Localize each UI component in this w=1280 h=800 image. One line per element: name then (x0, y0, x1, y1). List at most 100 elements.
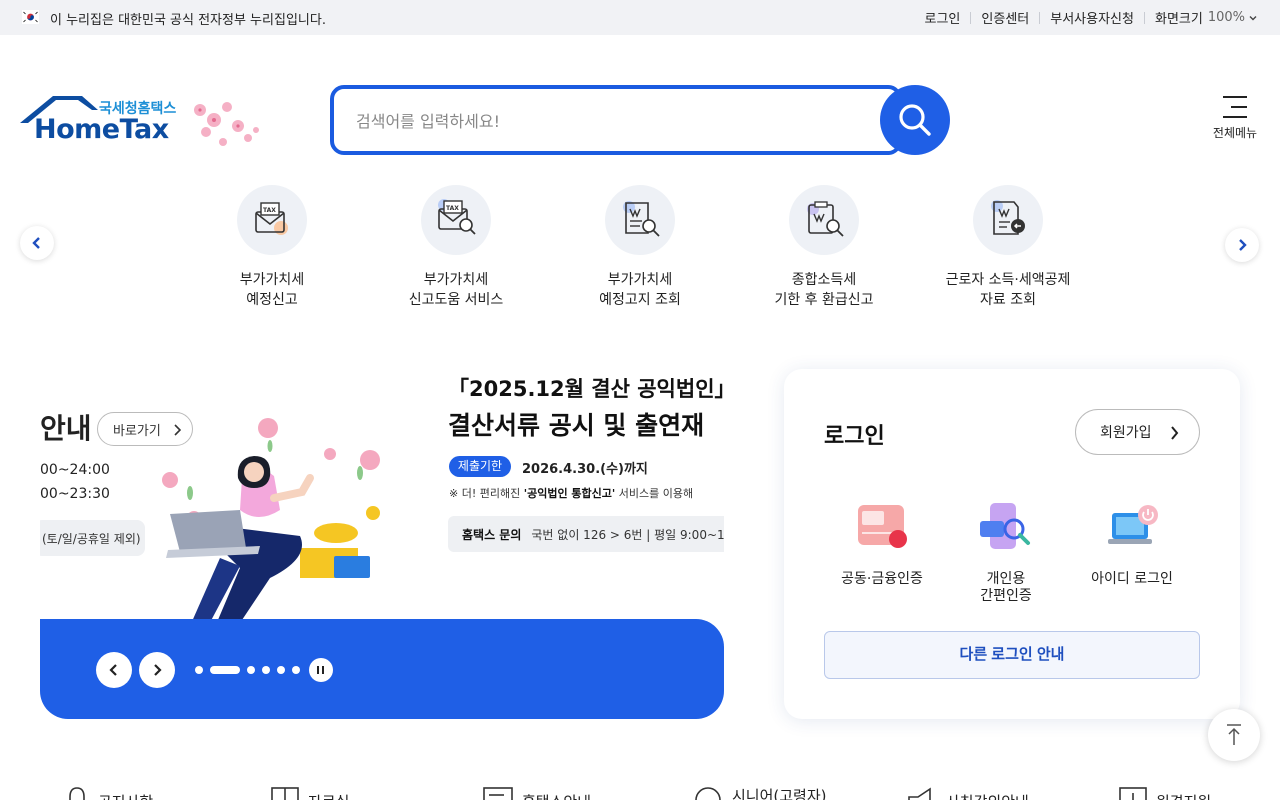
deduction-document-icon (973, 185, 1043, 255)
tax-search-icon: TAX (421, 185, 491, 255)
quick-menu-label-1: 종합소득세 (791, 272, 857, 288)
quick-menu-label-1: 부가가치세 (607, 272, 673, 288)
bell-icon (69, 787, 85, 800)
join-button[interactable]: 회원가입 (1075, 409, 1200, 455)
slide-dot[interactable] (262, 666, 270, 674)
login-panel: 로그인 회원가입 공동·금융인증 개인용 간편인증 아이디 로그인 다른 로그인… (784, 369, 1240, 719)
quick-menu-label-2: 예정고지 조회 (599, 292, 681, 308)
scroll-top-button[interactable] (1208, 709, 1260, 761)
bottom-link-guide[interactable]: 홈택스안내 (482, 785, 591, 800)
banner-subtitle: 「2025.12월 결산 공익법인」 (448, 377, 724, 401)
banner-controls (40, 619, 724, 719)
arrow-up-icon (1227, 724, 1241, 745)
search-box (330, 85, 902, 155)
banner-time-2: 00~23:30 (40, 486, 110, 502)
util-login-link[interactable]: 로그인 (925, 8, 961, 27)
simple-auth-label: 개인용 간편인증 (980, 571, 1032, 604)
slide-dot[interactable] (247, 666, 255, 674)
divider (1143, 11, 1145, 24)
search-button[interactable] (880, 85, 950, 155)
tax-envelope-icon: TAX (237, 185, 307, 255)
megaphone-icon (908, 787, 931, 800)
quick-menu-next-button[interactable] (1225, 228, 1259, 262)
quick-menu-prev-button[interactable] (20, 226, 54, 260)
svg-text:TAX: TAX (263, 207, 276, 214)
search-icon (899, 104, 931, 136)
receipt-search-icon (605, 185, 675, 255)
slide-dot[interactable] (292, 666, 300, 674)
banner-notice: ※ 더! 편리해진 '공익법인 통합신고' 서비스를 이용해 (449, 487, 694, 500)
util-cert-center-link[interactable]: 인증센터 (981, 8, 1029, 27)
gov-banner: 이 누리집은 대한민국 공식 전자정부 누리집입니다. 로그인 인증센터 부서사… (0, 0, 1280, 35)
cert-login-label: 공동·금융인증 (841, 571, 923, 587)
chevron-left-icon (32, 237, 40, 249)
id-login-label: 아이디 로그인 (1091, 571, 1173, 587)
slide-dot-active[interactable] (210, 666, 240, 674)
divider (1039, 11, 1041, 24)
quick-menu-label-2: 예정신고 (246, 292, 298, 308)
search-input[interactable] (356, 108, 856, 134)
promo-banner[interactable]: 안내 바로가기 00~24:00 00~23:30 (토/일/공휴일 제외) 「… (40, 368, 724, 719)
chevron-down-icon[interactable] (1248, 13, 1258, 23)
korea-flag-icon (22, 10, 39, 24)
id-login-option[interactable]: 아이디 로그인 (1082, 499, 1182, 588)
zoom-value[interactable]: 100% (1208, 10, 1245, 25)
chevron-right-icon (154, 664, 162, 676)
quick-menu-item[interactable]: 근로자 소득·세액공제자료 조회 (933, 185, 1083, 310)
logo-english-text: HomeTax (34, 114, 169, 145)
slide-dot[interactable] (277, 666, 285, 674)
banner-next-button[interactable] (139, 652, 175, 688)
login-title: 로그인 (824, 424, 885, 449)
all-menu-label: 전체메뉴 (1212, 126, 1258, 140)
quick-menu-item[interactable]: TAX 부가가치세신고도움 서비스 (381, 185, 531, 310)
banner-title: 결산서류 공시 및 출연재 (448, 411, 705, 440)
laptop-power-icon (1102, 499, 1162, 559)
join-button-label: 회원가입 (1100, 424, 1152, 440)
chevron-right-icon (1171, 426, 1179, 440)
deadline-date: 2026.4.30.(수)까지 (522, 462, 648, 477)
quick-menu-item[interactable]: 부가가치세예정고지 조회 (565, 185, 715, 310)
divider (970, 11, 972, 24)
quick-menu-item[interactable]: TAX 부가가치세예정신고 (197, 185, 347, 310)
banner-time-1: 00~24:00 (40, 462, 110, 478)
zoom-label[interactable]: 화면크기 (1155, 8, 1203, 27)
archive-icon (271, 787, 299, 800)
util-dept-user-link[interactable]: 부서사용자신청 (1050, 8, 1134, 27)
simple-auth-phone-icon (976, 499, 1036, 559)
utility-links: 로그인 인증센터 부서사용자신청 화면크기 100% (925, 0, 1258, 35)
cert-login-option[interactable]: 공동·금융인증 (832, 499, 932, 588)
deadline-badge: 제출기한 (449, 456, 511, 477)
other-login-button[interactable]: 다른 로그인 안내 (824, 631, 1200, 679)
svg-text:TAX: TAX (446, 205, 459, 212)
hometax-logo[interactable]: 국세청홈택스 HomeTax (20, 96, 262, 154)
quick-menu-label-2: 기한 후 환급신고 (774, 292, 874, 308)
banner-holiday-note: (토/일/공휴일 제외) (40, 520, 145, 556)
bottom-link-fraud[interactable]: 사칭강의안내 (906, 785, 1029, 800)
chevron-right-icon (1239, 239, 1247, 251)
woman-laptop-illustration (162, 418, 380, 648)
monitor-guide-icon (483, 787, 513, 800)
bottom-link-archive[interactable]: 자료실 (270, 785, 349, 800)
senior-icon (695, 787, 721, 800)
slide-dot[interactable] (195, 666, 203, 674)
quick-menu-label-1: 부가가치세 (239, 272, 305, 288)
bottom-link-senior[interactable]: 시니어(고령자) (692, 785, 827, 800)
banner-prev-title: 안내 (40, 412, 92, 445)
banner-prev-button[interactable] (96, 652, 132, 688)
all-menu-button[interactable]: 전체메뉴 (1205, 96, 1265, 141)
quick-menu-label-2: 자료 조회 (980, 292, 1036, 308)
certificate-card-icon (852, 499, 912, 559)
remote-support-icon (1119, 787, 1147, 800)
bottom-link-notice[interactable]: 공지사항 (64, 785, 153, 800)
chevron-left-icon (109, 664, 117, 676)
gov-banner-text: 이 누리집은 대한민국 공식 전자정부 누리집입니다. (50, 13, 326, 28)
refund-document-icon (789, 185, 859, 255)
quick-menu-item[interactable]: 종합소득세기한 후 환급신고 (749, 185, 899, 310)
bottom-link-remote[interactable]: 원격지원 (1118, 785, 1211, 800)
inquiry-box: 홈택스 문의국번 없이 126 > 6번 | 평일 9:00~18:00 (448, 516, 724, 552)
quick-menu-label-2: 신고도움 서비스 (408, 292, 504, 308)
quick-menu-label-1: 부가가치세 (423, 272, 489, 288)
pause-button[interactable] (309, 658, 333, 682)
simple-auth-option[interactable]: 개인용 간편인증 (956, 499, 1056, 605)
quick-menu-label-1: 근로자 소득·세액공제 (945, 272, 1071, 288)
